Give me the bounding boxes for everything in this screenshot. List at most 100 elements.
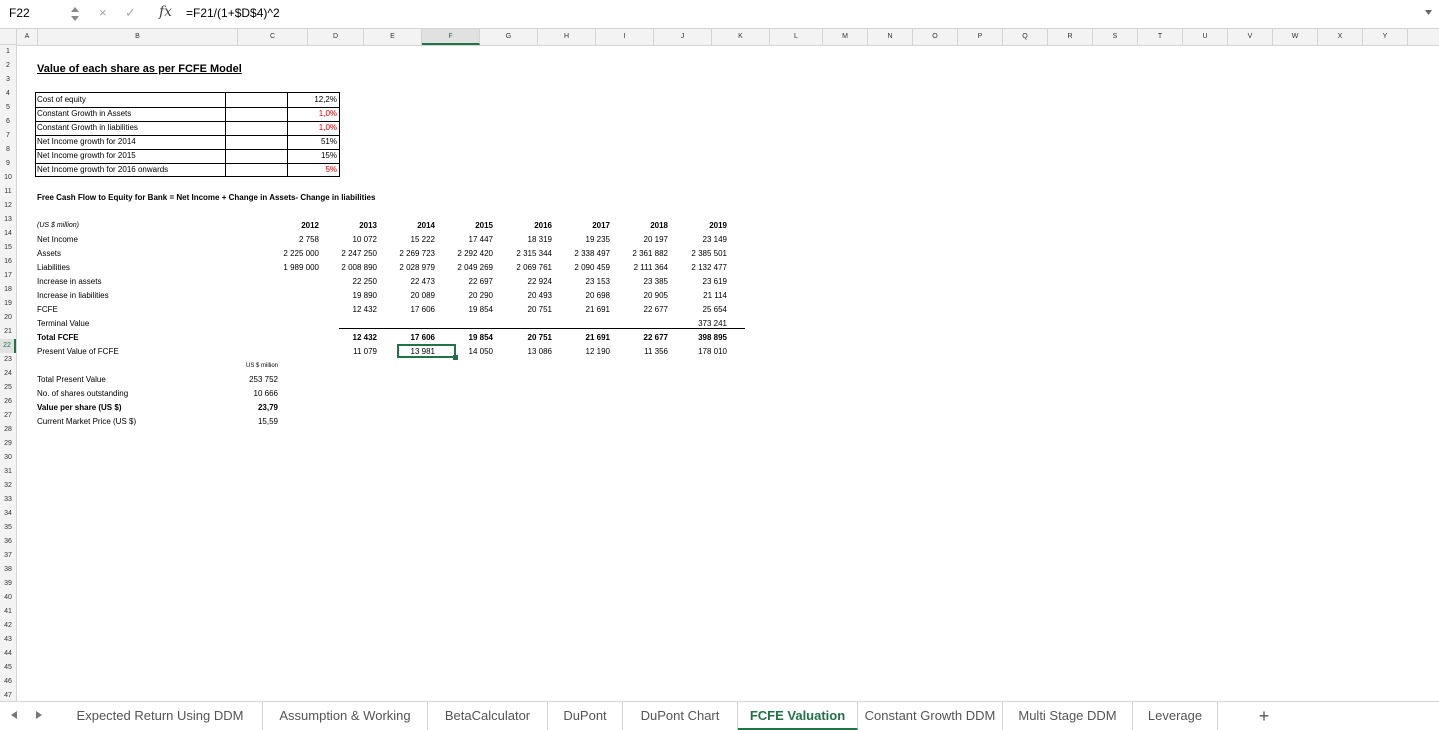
summary-value[interactable]: 253 752 bbox=[212, 373, 278, 387]
row-header-46[interactable]: 46 bbox=[0, 675, 16, 689]
row-header-42[interactable]: 42 bbox=[0, 619, 16, 633]
row-header-30[interactable]: 30 bbox=[0, 451, 16, 465]
table-cell[interactable]: 21 114 bbox=[667, 289, 727, 303]
table-cell[interactable]: 2 338 497 bbox=[550, 247, 610, 261]
table-cell[interactable]: 20 493 bbox=[492, 289, 552, 303]
row-header-4[interactable]: 4 bbox=[0, 87, 16, 101]
column-header-N[interactable]: N bbox=[868, 29, 913, 45]
table-cell[interactable]: 2 315 344 bbox=[492, 247, 552, 261]
table-cell[interactable]: 19 854 bbox=[433, 303, 493, 317]
row-header-27[interactable]: 27 bbox=[0, 409, 16, 423]
row-header-41[interactable]: 41 bbox=[0, 605, 16, 619]
column-header-H[interactable]: H bbox=[538, 29, 596, 45]
table-cell[interactable]: 2 361 882 bbox=[608, 247, 668, 261]
table-cell[interactable]: 20 089 bbox=[375, 289, 435, 303]
table-cell[interactable]: 21 691 bbox=[550, 303, 610, 317]
table-cell[interactable]: 23 149 bbox=[667, 233, 727, 247]
table-cell[interactable]: 2 247 250 bbox=[317, 247, 377, 261]
active-cell-F22[interactable] bbox=[397, 344, 456, 358]
column-header-O[interactable]: O bbox=[913, 29, 958, 45]
row-header-33[interactable]: 33 bbox=[0, 493, 16, 507]
table-cell[interactable]: 20 698 bbox=[550, 289, 610, 303]
row-header-35[interactable]: 35 bbox=[0, 521, 16, 535]
sheet-tab[interactable]: Assumption & Working bbox=[263, 702, 428, 730]
row-header-9[interactable]: 9 bbox=[0, 157, 16, 171]
row-header-34[interactable]: 34 bbox=[0, 507, 16, 521]
param-value[interactable]: 1,0% bbox=[287, 107, 337, 121]
table-cell[interactable]: 25 654 bbox=[667, 303, 727, 317]
table-cell[interactable]: 12 432 bbox=[317, 303, 377, 317]
column-header-F[interactable]: F bbox=[422, 29, 480, 45]
column-header-D[interactable]: D bbox=[308, 29, 364, 45]
column-header-B[interactable]: B bbox=[38, 29, 238, 45]
row-header-26[interactable]: 26 bbox=[0, 395, 16, 409]
summary-value[interactable]: 10 666 bbox=[212, 387, 278, 401]
row-header-45[interactable]: 45 bbox=[0, 661, 16, 675]
row-header-29[interactable]: 29 bbox=[0, 437, 16, 451]
fx-icon[interactable]: fx bbox=[159, 4, 172, 20]
table-cell[interactable]: 398 895 bbox=[667, 331, 727, 345]
row-header-18[interactable]: 18 bbox=[0, 283, 16, 297]
table-cell[interactable]: 2 385 501 bbox=[667, 247, 727, 261]
table-cell[interactable]: 18 319 bbox=[492, 233, 552, 247]
param-value[interactable]: 1,0% bbox=[287, 121, 337, 135]
row-header-36[interactable]: 36 bbox=[0, 535, 16, 549]
row-header-14[interactable]: 14 bbox=[0, 227, 16, 241]
sheet-tab[interactable]: Constant Growth DDM bbox=[858, 702, 1003, 730]
name-box-stepper-icon[interactable] bbox=[70, 4, 80, 24]
row-header-23[interactable]: 23 bbox=[0, 353, 16, 367]
table-cell[interactable]: 11 356 bbox=[608, 345, 668, 359]
table-cell[interactable]: 22 924 bbox=[492, 275, 552, 289]
table-cell[interactable]: 13 086 bbox=[492, 345, 552, 359]
column-header-P[interactable]: P bbox=[958, 29, 1003, 45]
row-header-38[interactable]: 38 bbox=[0, 563, 16, 577]
row-header-21[interactable]: 21 bbox=[0, 325, 16, 339]
table-cell[interactable]: 23 153 bbox=[550, 275, 610, 289]
table-cell[interactable]: 23 385 bbox=[608, 275, 668, 289]
row-header-11[interactable]: 11 bbox=[0, 185, 16, 199]
table-cell[interactable]: 2 758 bbox=[259, 233, 319, 247]
next-sheet-icon[interactable] bbox=[35, 710, 43, 720]
table-cell[interactable]: 15 222 bbox=[375, 233, 435, 247]
row-header-40[interactable]: 40 bbox=[0, 591, 16, 605]
sheet-tab[interactable]: Multi Stage DDM bbox=[1003, 702, 1133, 730]
row-header-7[interactable]: 7 bbox=[0, 129, 16, 143]
fill-handle[interactable] bbox=[453, 355, 458, 360]
sheet-tab[interactable]: FCFE Valuation bbox=[738, 702, 858, 730]
row-header-43[interactable]: 43 bbox=[0, 633, 16, 647]
table-cell[interactable]: 17 606 bbox=[375, 303, 435, 317]
row-header-25[interactable]: 25 bbox=[0, 381, 16, 395]
table-cell[interactable]: 20 751 bbox=[492, 331, 552, 345]
add-sheet-button[interactable]: + bbox=[1252, 704, 1276, 728]
table-cell[interactable]: 2 028 979 bbox=[375, 261, 435, 275]
table-cell[interactable]: 22 677 bbox=[608, 331, 668, 345]
table-cell[interactable]: 2 090 459 bbox=[550, 261, 610, 275]
column-header-X[interactable]: X bbox=[1318, 29, 1363, 45]
table-cell[interactable]: 2 008 890 bbox=[317, 261, 377, 275]
table-cell[interactable]: 17 606 bbox=[375, 331, 435, 345]
table-cell[interactable]: 11 079 bbox=[317, 345, 377, 359]
table-cell[interactable]: 20 751 bbox=[492, 303, 552, 317]
table-cell[interactable]: 19 854 bbox=[433, 331, 493, 345]
sheet-tab[interactable]: Leverage bbox=[1133, 702, 1218, 730]
row-header-39[interactable]: 39 bbox=[0, 577, 16, 591]
param-value[interactable]: 5% bbox=[287, 163, 337, 177]
column-header-Q[interactable]: Q bbox=[1003, 29, 1048, 45]
table-cell[interactable]: 22 697 bbox=[433, 275, 493, 289]
column-header-M[interactable]: M bbox=[823, 29, 868, 45]
row-header-1[interactable]: 1 bbox=[0, 45, 16, 59]
table-cell[interactable]: 17 447 bbox=[433, 233, 493, 247]
table-cell[interactable]: 2 269 723 bbox=[375, 247, 435, 261]
row-header-47[interactable]: 47 bbox=[0, 689, 16, 701]
table-cell[interactable]: 10 072 bbox=[317, 233, 377, 247]
row-header-17[interactable]: 17 bbox=[0, 269, 16, 283]
row-header-2[interactable]: 2 bbox=[0, 59, 16, 73]
table-cell[interactable]: 2 225 000 bbox=[259, 247, 319, 261]
column-header-U[interactable]: U bbox=[1183, 29, 1228, 45]
column-header-J[interactable]: J bbox=[654, 29, 712, 45]
sheet-tab[interactable]: DuPont bbox=[548, 702, 623, 730]
row-header-28[interactable]: 28 bbox=[0, 423, 16, 437]
row-header-5[interactable]: 5 bbox=[0, 101, 16, 115]
param-value[interactable]: 51% bbox=[287, 135, 337, 149]
sheet-tab[interactable]: DuPont Chart bbox=[623, 702, 738, 730]
